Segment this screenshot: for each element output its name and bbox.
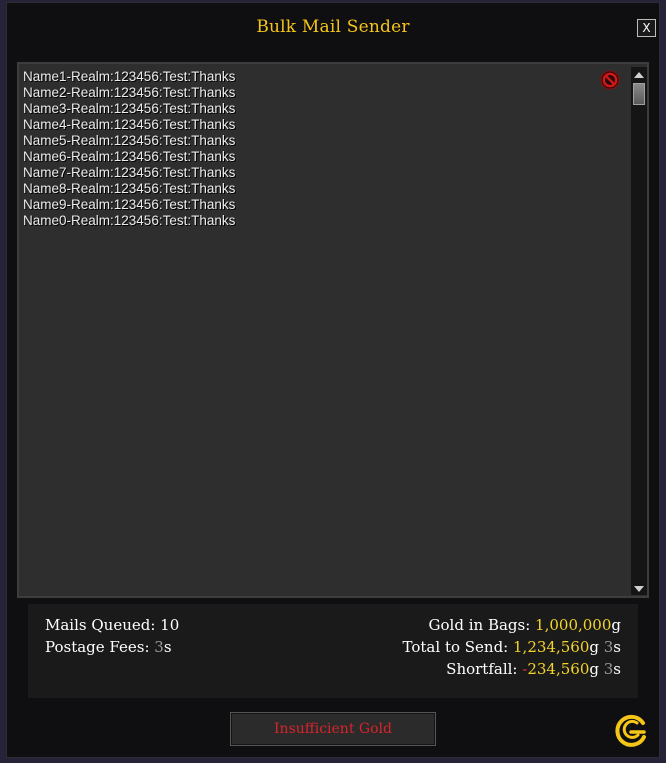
total-label: Total to Send: (402, 638, 514, 656)
list-item: Name1-Realm:123456:Test:Thanks (23, 69, 236, 84)
postage-silver-value: 3 (154, 638, 164, 656)
total-gold-value: 1,234,560 (513, 638, 590, 656)
shortfall-silver-value: 3 (603, 660, 614, 678)
mail-list-editbox[interactable]: Name1-Realm:123456:Test:Thanks Name2-Rea… (16, 61, 650, 599)
gold-in-bags-value: 1,000,000 (535, 616, 612, 634)
postage-fees: Postage Fees: 3s (45, 638, 172, 656)
gold-unit: g (589, 660, 599, 678)
gold-unit: g (589, 638, 599, 656)
gold-unit: g (611, 616, 621, 634)
scroll-up-arrow-icon[interactable] (631, 67, 647, 81)
gold-in-bags: Gold in Bags: 1,000,000g (429, 616, 621, 634)
list-item: Name6-Realm:123456:Test:Thanks (23, 149, 236, 164)
insufficient-gold-button[interactable]: Insufficient Gold (230, 712, 436, 746)
background: Bulk Mail Sender X Name1-Realm:123456:Te… (0, 0, 666, 763)
silver-unit: s (613, 660, 621, 678)
list-item: Name8-Realm:123456:Test:Thanks (23, 181, 236, 196)
scroll-thumb[interactable] (633, 83, 645, 105)
mails-queued-label: Mails Queued: (45, 616, 161, 634)
mails-queued-value: 10 (160, 616, 180, 634)
summary-panel: Mails Queued: 10 Postage Fees: 3s Gold i… (28, 604, 638, 698)
close-button[interactable]: X (637, 19, 656, 37)
list-item: Name9-Realm:123456:Test:Thanks (23, 197, 236, 212)
shortfall: Shortfall: -234,560g 3s (446, 660, 621, 678)
gold-in-bags-label: Gold in Bags: (428, 616, 536, 634)
list-item: Name0-Realm:123456:Test:Thanks (23, 213, 236, 228)
window-title: Bulk Mail Sender (256, 17, 410, 37)
mail-list-text[interactable]: Name1-Realm:123456:Test:Thanks Name2-Rea… (23, 69, 583, 229)
list-item: Name2-Realm:123456:Test:Thanks (23, 85, 236, 100)
mails-queued: Mails Queued: 10 (45, 616, 179, 634)
shortfall-gold-value: 234,560 (527, 660, 590, 678)
list-item: Name4-Realm:123456:Test:Thanks (23, 117, 236, 132)
addon-logo-icon (613, 713, 649, 749)
silver-unit: s (163, 638, 172, 656)
list-item: Name5-Realm:123456:Test:Thanks (23, 133, 236, 148)
list-item: Name7-Realm:123456:Test:Thanks (23, 165, 236, 180)
scroll-down-arrow-icon[interactable] (631, 581, 647, 595)
scrollbar[interactable] (631, 67, 647, 595)
shortfall-label: Shortfall: (446, 660, 523, 678)
clear-list-icon[interactable] (600, 70, 620, 90)
total-to-send: Total to Send: 1,234,560g 3s (403, 638, 621, 656)
postage-fees-label: Postage Fees: (45, 638, 155, 656)
silver-unit: s (613, 638, 621, 656)
list-item: Name3-Realm:123456:Test:Thanks (23, 101, 236, 116)
total-silver-value: 3 (603, 638, 614, 656)
